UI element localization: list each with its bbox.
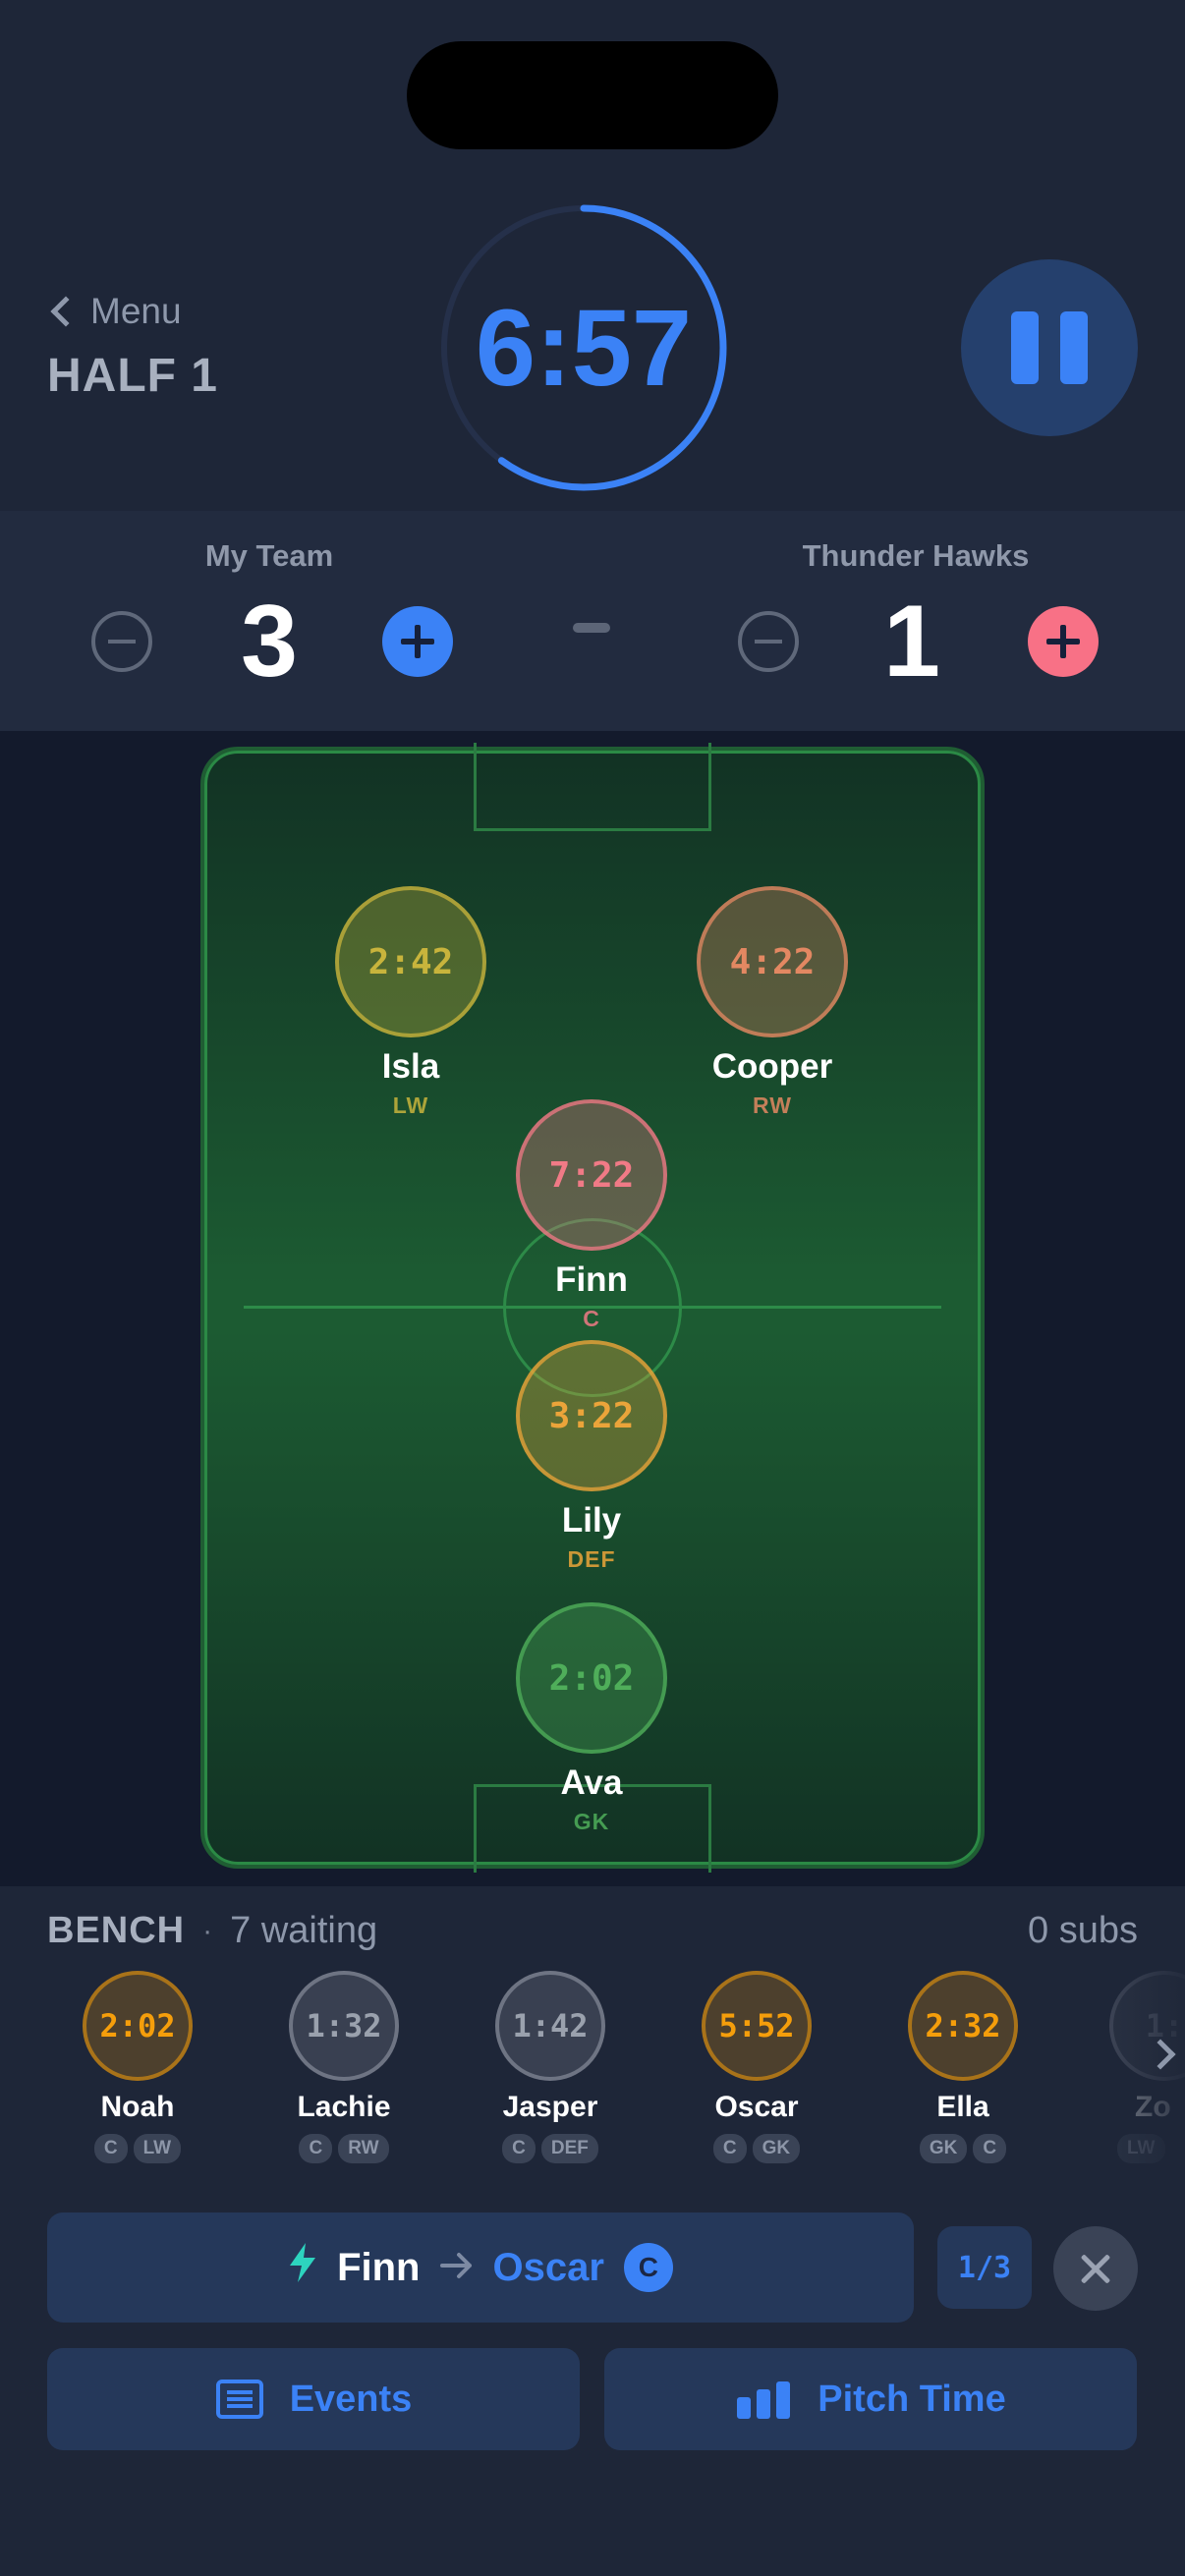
substitution-counter[interactable]: 1/3 (937, 2226, 1032, 2309)
pitch-time-label: Pitch Time (818, 2378, 1006, 2420)
arrow-right-icon (439, 2247, 474, 2289)
home-score: 3 (241, 585, 298, 699)
position-tag: C (93, 2134, 128, 2163)
position-tag: C (973, 2134, 1007, 2163)
home-decrement-button[interactable] (91, 611, 152, 672)
menu-back-link[interactable]: Menu (47, 291, 182, 332)
bar-chart-icon (737, 2381, 791, 2419)
bench-header: BENCH · 7 waiting (47, 1910, 377, 1952)
bench-time-badge: 1:32 (289, 1971, 399, 2081)
player-position: C (583, 1306, 600, 1331)
bench-player-noah[interactable]: 2:02 Noah C LW (54, 1971, 221, 2163)
bench-player-name: Oscar (714, 2091, 799, 2123)
sub-in-player: Oscar (492, 2245, 604, 2289)
period-label: HALF 1 (47, 350, 218, 402)
home-team-name: My Team (204, 538, 334, 573)
player-name: Lily (561, 1501, 622, 1540)
top-goal-box (474, 743, 711, 831)
pause-icon (1011, 311, 1039, 384)
player-time-badge: 2:42 (335, 886, 486, 1037)
bench-player-name: Noah (100, 2091, 175, 2123)
player-name: Finn (555, 1260, 628, 1299)
player-position: DEF (567, 1546, 616, 1572)
position-tag: RW (338, 2134, 389, 2163)
away-score: 1 (883, 585, 940, 699)
player-time-badge: 7:22 (516, 1099, 667, 1251)
bench-position-tags: C DEF (467, 2134, 634, 2163)
score-separator (573, 623, 610, 633)
player-position: GK (573, 1809, 610, 1834)
position-tag: C (712, 2134, 747, 2163)
dismiss-substitution-button[interactable] (1053, 2226, 1138, 2311)
bench-player-oscar[interactable]: 5:52 Oscar C GK (673, 1971, 840, 2163)
bench-player-name: Lachie (297, 2091, 391, 2123)
bench-player-name: Ella (936, 2091, 989, 2123)
pitch-player-ava[interactable]: 2:02 Ava GK (483, 1602, 700, 1835)
bolt-icon (288, 2243, 317, 2292)
home-increment-button[interactable] (382, 606, 453, 677)
subs-count: 0 subs (1028, 1910, 1138, 1951)
bench-player-name: Jasper (502, 2091, 598, 2123)
position-badge: C (623, 2243, 673, 2292)
sub-out-player: Finn (337, 2245, 421, 2289)
bench-position-tags: C GK (673, 2134, 840, 2163)
bench-time-badge: 2:02 (83, 1971, 193, 2081)
position-tag: DEF (540, 2134, 598, 2163)
player-name: Isla (381, 1047, 440, 1086)
pitch-time-button[interactable]: Pitch Time (604, 2348, 1137, 2450)
bench-position-tags: C RW (260, 2134, 427, 2163)
menu-label: Menu (90, 291, 182, 331)
position-tag: GK (752, 2134, 801, 2163)
bench-player-lachie[interactable]: 1:32 Lachie C RW (260, 1971, 427, 2163)
away-increment-button[interactable] (1028, 606, 1099, 677)
player-time-badge: 2:02 (516, 1602, 667, 1754)
pending-substitution[interactable]: Finn Oscar C (47, 2212, 914, 2323)
bench-scroll-fade (1091, 1955, 1185, 2181)
position-tag: C (299, 2134, 333, 2163)
pause-button[interactable] (961, 259, 1138, 436)
player-time-badge: 3:22 (516, 1340, 667, 1491)
events-label: Events (289, 2378, 413, 2420)
away-decrement-button[interactable] (738, 611, 799, 672)
position-tag: LW (133, 2134, 182, 2163)
separator-dot: · (202, 1914, 213, 1947)
minus-icon (755, 640, 782, 644)
player-name: Ava (560, 1764, 623, 1802)
pitch-player-isla[interactable]: 2:42 Isla LW (303, 886, 519, 1119)
bench-player-ella[interactable]: 2:32 Ella GK C (879, 1971, 1046, 2163)
away-team-name: Thunder Hawks (802, 538, 1030, 573)
bench-position-tags: C LW (54, 2134, 221, 2163)
chevron-left-icon (50, 296, 82, 327)
minus-icon (108, 640, 136, 644)
bench-time-badge: 1:42 (495, 1971, 605, 2081)
player-name: Cooper (711, 1047, 833, 1086)
bench-position-tags: GK C (879, 2134, 1046, 2163)
bench-waiting-count: 7 waiting (230, 1910, 378, 1951)
position-tag: GK (919, 2134, 968, 2163)
bench-time-badge: 5:52 (702, 1971, 812, 2081)
dynamic-island (407, 41, 778, 149)
events-button[interactable]: Events (47, 2348, 580, 2450)
player-time-badge: 4:22 (697, 886, 848, 1037)
list-icon (215, 2380, 263, 2419)
position-tag: C (502, 2134, 536, 2163)
pitch-player-lily[interactable]: 3:22 Lily DEF (483, 1340, 700, 1573)
bench-time-badge: 2:32 (908, 1971, 1018, 2081)
match-clock: 6:57 (475, 287, 693, 409)
bench-player-jasper[interactable]: 1:42 Jasper C DEF (467, 1971, 634, 2163)
pitch-player-cooper[interactable]: 4:22 Cooper RW (664, 886, 880, 1119)
pitch-player-finn[interactable]: 7:22 Finn C (483, 1099, 700, 1332)
bench-title: BENCH (47, 1910, 186, 1951)
